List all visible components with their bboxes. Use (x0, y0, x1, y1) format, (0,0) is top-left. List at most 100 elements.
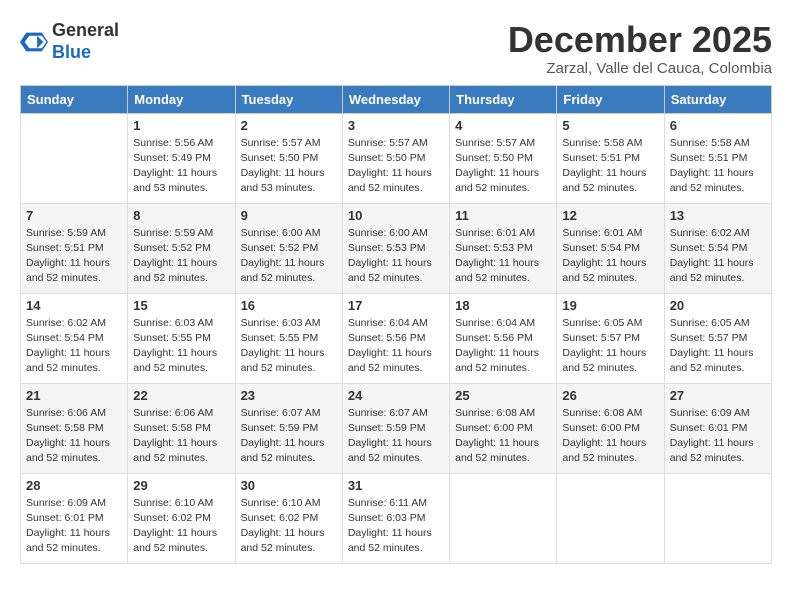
day-cell (557, 473, 664, 563)
day-info: Sunrise: 6:10 AMSunset: 6:02 PMDaylight:… (241, 496, 337, 557)
day-info: Sunrise: 6:00 AMSunset: 5:53 PMDaylight:… (348, 226, 444, 287)
day-number: 4 (455, 118, 551, 133)
week-row-1: 1 Sunrise: 5:56 AMSunset: 5:49 PMDaylight… (21, 113, 772, 203)
day-info: Sunrise: 6:05 AMSunset: 5:57 PMDaylight:… (562, 316, 658, 377)
day-cell: 19 Sunrise: 6:05 AMSunset: 5:57 PMDayligh… (557, 293, 664, 383)
day-number: 20 (670, 298, 766, 313)
col-header-friday: Friday (557, 85, 664, 113)
day-info: Sunrise: 6:01 AMSunset: 5:54 PMDaylight:… (562, 226, 658, 287)
day-info: Sunrise: 6:09 AMSunset: 6:01 PMDaylight:… (26, 496, 122, 557)
day-cell: 16 Sunrise: 6:03 AMSunset: 5:55 PMDayligh… (235, 293, 342, 383)
day-info: Sunrise: 5:58 AMSunset: 5:51 PMDaylight:… (562, 136, 658, 197)
day-cell: 12Sunrise: 6:01 AMSunset: 5:54 PMDayligh… (557, 203, 664, 293)
month-title: December 2025 (508, 20, 772, 60)
day-info: Sunrise: 6:02 AMSunset: 5:54 PMDaylight:… (26, 316, 122, 377)
day-cell: 15Sunrise: 6:03 AMSunset: 5:55 PMDayligh… (128, 293, 235, 383)
day-number: 19 (562, 298, 658, 313)
day-info: Sunrise: 6:04 AMSunset: 5:56 PMDaylight:… (455, 316, 551, 377)
day-info: Sunrise: 6:10 AMSunset: 6:02 PMDaylight:… (133, 496, 229, 557)
day-cell: 2 Sunrise: 5:57 AMSunset: 5:50 PMDaylight… (235, 113, 342, 203)
day-info: Sunrise: 6:08 AMSunset: 6:00 PMDaylight:… (562, 406, 658, 467)
day-cell: 6 Sunrise: 5:58 AMSunset: 5:51 PMDaylight… (664, 113, 771, 203)
day-cell: 11 Sunrise: 6:01 AMSunset: 5:53 PMDayligh… (450, 203, 557, 293)
day-number: 23 (241, 388, 337, 403)
day-info: Sunrise: 6:04 AMSunset: 5:56 PMDaylight:… (348, 316, 444, 377)
day-cell: 3Sunrise: 5:57 AMSunset: 5:50 PMDaylight… (342, 113, 449, 203)
col-header-tuesday: Tuesday (235, 85, 342, 113)
day-cell: 10 Sunrise: 6:00 AMSunset: 5:53 PMDayligh… (342, 203, 449, 293)
day-cell: 21Sunrise: 6:06 AMSunset: 5:58 PMDayligh… (21, 383, 128, 473)
day-info: Sunrise: 5:58 AMSunset: 5:51 PMDaylight:… (670, 136, 766, 197)
logo-icon (20, 28, 48, 56)
day-info: Sunrise: 6:00 AMSunset: 5:52 PMDaylight:… (241, 226, 337, 287)
day-cell: 22Sunrise: 6:06 AMSunset: 5:58 PMDayligh… (128, 383, 235, 473)
day-info: Sunrise: 6:06 AMSunset: 5:58 PMDaylight:… (26, 406, 122, 467)
day-cell (21, 113, 128, 203)
day-cell: 28 Sunrise: 6:09 AMSunset: 6:01 PMDayligh… (21, 473, 128, 563)
day-cell: 29 Sunrise: 6:10 AMSunset: 6:02 PMDayligh… (128, 473, 235, 563)
day-cell: 27 Sunrise: 6:09 AMSunset: 6:01 PMDayligh… (664, 383, 771, 473)
day-number: 18 (455, 298, 551, 313)
day-cell: 25 Sunrise: 6:08 AMSunset: 6:00 PMDayligh… (450, 383, 557, 473)
col-header-thursday: Thursday (450, 85, 557, 113)
page-header: General Blue December 2025 Zarzal, Valle… (20, 20, 772, 77)
day-number: 30 (241, 478, 337, 493)
title-block: December 2025 Zarzal, Valle del Cauca, C… (508, 20, 772, 77)
logo: General Blue (20, 20, 119, 63)
day-info: Sunrise: 6:07 AMSunset: 5:59 PMDaylight:… (241, 406, 337, 467)
day-number: 2 (241, 118, 337, 133)
week-row-4: 21Sunrise: 6:06 AMSunset: 5:58 PMDayligh… (21, 383, 772, 473)
day-info: Sunrise: 6:08 AMSunset: 6:00 PMDaylight:… (455, 406, 551, 467)
week-row-3: 14 Sunrise: 6:02 AMSunset: 5:54 PMDayligh… (21, 293, 772, 383)
location-text: Zarzal, Valle del Cauca, Colombia (508, 60, 772, 77)
day-number: 6 (670, 118, 766, 133)
header-row: SundayMondayTuesdayWednesdayThursdayFrid… (21, 85, 772, 113)
day-cell: 5Sunrise: 5:58 AMSunset: 5:51 PMDaylight… (557, 113, 664, 203)
day-number: 28 (26, 478, 122, 493)
day-number: 27 (670, 388, 766, 403)
day-cell (664, 473, 771, 563)
day-info: Sunrise: 5:56 AMSunset: 5:49 PMDaylight:… (133, 136, 229, 197)
day-number: 1 (133, 118, 229, 133)
day-cell: 13 Sunrise: 6:02 AMSunset: 5:54 PMDayligh… (664, 203, 771, 293)
day-cell: 14 Sunrise: 6:02 AMSunset: 5:54 PMDayligh… (21, 293, 128, 383)
col-header-wednesday: Wednesday (342, 85, 449, 113)
day-number: 31 (348, 478, 444, 493)
col-header-monday: Monday (128, 85, 235, 113)
day-info: Sunrise: 6:02 AMSunset: 5:54 PMDaylight:… (670, 226, 766, 287)
day-info: Sunrise: 6:07 AMSunset: 5:59 PMDaylight:… (348, 406, 444, 467)
day-cell: 20Sunrise: 6:05 AMSunset: 5:57 PMDayligh… (664, 293, 771, 383)
day-number: 25 (455, 388, 551, 403)
day-info: Sunrise: 5:59 AMSunset: 5:52 PMDaylight:… (133, 226, 229, 287)
day-number: 16 (241, 298, 337, 313)
day-number: 11 (455, 208, 551, 223)
col-header-sunday: Sunday (21, 85, 128, 113)
day-number: 10 (348, 208, 444, 223)
logo-blue-text: Blue (52, 42, 91, 62)
day-info: Sunrise: 6:03 AMSunset: 5:55 PMDaylight:… (241, 316, 337, 377)
week-row-5: 28 Sunrise: 6:09 AMSunset: 6:01 PMDayligh… (21, 473, 772, 563)
day-info: Sunrise: 6:09 AMSunset: 6:01 PMDaylight:… (670, 406, 766, 467)
day-info: Sunrise: 6:01 AMSunset: 5:53 PMDaylight:… (455, 226, 551, 287)
day-cell: 26 Sunrise: 6:08 AMSunset: 6:00 PMDayligh… (557, 383, 664, 473)
day-cell: 31 Sunrise: 6:11 AMSunset: 6:03 PMDayligh… (342, 473, 449, 563)
day-info: Sunrise: 5:59 AMSunset: 5:51 PMDaylight:… (26, 226, 122, 287)
day-info: Sunrise: 6:06 AMSunset: 5:58 PMDaylight:… (133, 406, 229, 467)
day-cell: 23 Sunrise: 6:07 AMSunset: 5:59 PMDayligh… (235, 383, 342, 473)
day-info: Sunrise: 6:11 AMSunset: 6:03 PMDaylight:… (348, 496, 444, 557)
week-row-2: 7Sunrise: 5:59 AMSunset: 5:51 PMDaylight… (21, 203, 772, 293)
day-cell: 1 Sunrise: 5:56 AMSunset: 5:49 PMDaylight… (128, 113, 235, 203)
col-header-saturday: Saturday (664, 85, 771, 113)
day-number: 3 (348, 118, 444, 133)
day-number: 29 (133, 478, 229, 493)
day-number: 14 (26, 298, 122, 313)
day-number: 26 (562, 388, 658, 403)
logo-general-text: General (52, 20, 119, 40)
day-number: 13 (670, 208, 766, 223)
day-info: Sunrise: 5:57 AMSunset: 5:50 PMDaylight:… (241, 136, 337, 197)
day-cell: 9Sunrise: 6:00 AMSunset: 5:52 PMDaylight… (235, 203, 342, 293)
calendar-table: SundayMondayTuesdayWednesdayThursdayFrid… (20, 85, 772, 564)
day-info: Sunrise: 5:57 AMSunset: 5:50 PMDaylight:… (455, 136, 551, 197)
day-cell: 30 Sunrise: 6:10 AMSunset: 6:02 PMDayligh… (235, 473, 342, 563)
day-number: 8 (133, 208, 229, 223)
